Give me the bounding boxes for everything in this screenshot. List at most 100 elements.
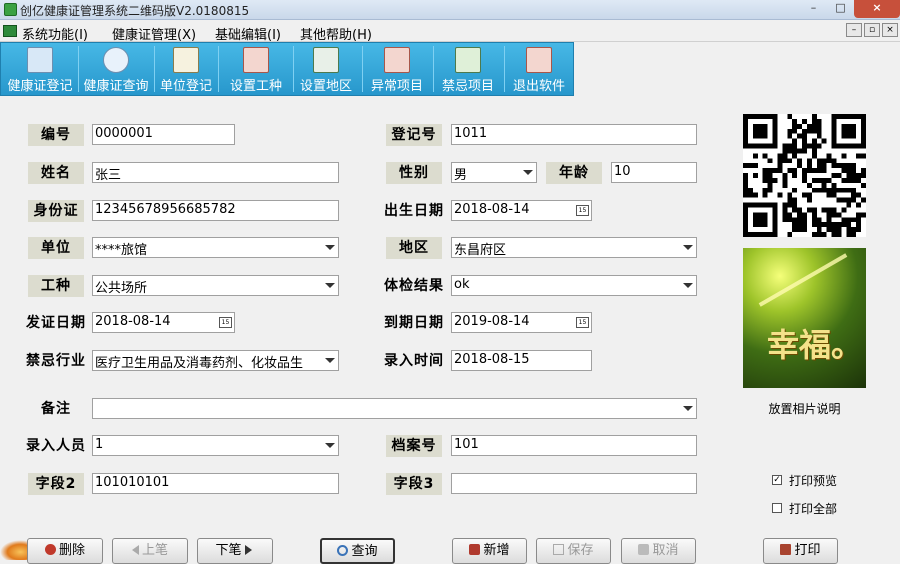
delete-button-label: 删除 (58, 543, 85, 558)
query-button[interactable]: 查询 (320, 538, 395, 564)
print-all-checkbox[interactable] (772, 503, 782, 513)
region-label: 地区 (386, 237, 442, 259)
chevron-down-icon (523, 170, 533, 175)
gender-select[interactable]: 男 (451, 162, 537, 183)
field3-label: 字段3 (386, 473, 442, 495)
window-controls: – □ × (800, 0, 900, 18)
previous-button[interactable]: 上笔 (112, 538, 188, 564)
magnifier-icon (337, 545, 349, 556)
remarks-select[interactable] (92, 398, 697, 419)
toolbar-exit-label: 退出软件 (512, 79, 565, 94)
chevron-down-icon (325, 443, 335, 448)
menu-system[interactable]: 系统功能(I) (22, 24, 88, 43)
toolbar-separator (504, 46, 505, 92)
cancel-button[interactable]: 取消 (621, 538, 696, 564)
issue-date-picker[interactable]: 2018-08-14 15 (92, 312, 235, 333)
query-button-label: 查询 (351, 544, 378, 559)
field3-input[interactable] (451, 473, 697, 494)
toolbar-region-button[interactable]: 设置地区 (294, 43, 358, 95)
field2-input[interactable]: 101010101 (92, 473, 339, 494)
mdi-restore-button[interactable]: ▫ (864, 23, 880, 37)
cancel-button-label: 取消 (652, 543, 679, 558)
taboo-industry-label: 禁忌行业 (26, 353, 86, 369)
map-icon (313, 47, 339, 73)
light-streak (758, 253, 848, 307)
toolbar: 健康证登记 健康证查询 单位登记 设置工种 设置地区 异常项目 禁忌项目 退出软… (0, 42, 574, 96)
menu-health-cert[interactable]: 健康证管理(X) (112, 24, 196, 43)
entry-time-label: 录入时间 (384, 353, 444, 369)
work-type-label: 工种 (28, 275, 84, 297)
calendar-icon[interactable]: 15 (219, 317, 232, 328)
add-button[interactable]: 新增 (452, 538, 527, 564)
register-icon (27, 47, 53, 73)
close-button[interactable]: × (854, 0, 900, 18)
unit-select[interactable]: ****旅馆 (92, 237, 339, 258)
work-type-select[interactable]: 公共场所 (92, 275, 339, 296)
mdi-controls: – ▫ × (846, 23, 898, 37)
taboo-industry-value: 医疗卫生用品及消毒药剂、化妆品生 (95, 356, 304, 371)
name-field[interactable]: 张三 (92, 162, 339, 183)
delete-icon (44, 544, 56, 555)
registration-number-field[interactable]: 1011 (451, 124, 697, 145)
unit-value: ****旅馆 (95, 243, 148, 258)
delete-button[interactable]: 删除 (27, 538, 103, 564)
exam-result-label: 体检结果 (384, 278, 444, 294)
gender-value: 男 (454, 168, 468, 183)
photo: 幸福。 (743, 248, 866, 388)
title-bar: 创亿健康证管理系统二维码版V2.0180815 – □ × (0, 0, 900, 20)
region-select[interactable]: 东昌府区 (451, 237, 697, 258)
print-all-label: 打印全部 (789, 502, 838, 516)
archive-number-field[interactable]: 101 (451, 435, 697, 456)
toolbar-unit-button[interactable]: 单位登记 (155, 43, 217, 95)
toolbar-worktype-button[interactable]: 设置工种 (221, 43, 291, 95)
name-label: 姓名 (28, 162, 84, 184)
print-button-label: 打印 (794, 543, 821, 558)
registration-number-label: 登记号 (386, 124, 442, 146)
taboo-industry-select[interactable]: 医疗卫生用品及消毒药剂、化妆品生 (92, 350, 339, 371)
entry-person-label: 录入人员 (26, 438, 86, 454)
age-field[interactable]: 10 (611, 162, 697, 183)
calendar-icon[interactable]: 15 (576, 205, 589, 216)
toolbar-worktype-label: 设置工种 (229, 79, 282, 94)
menu-basic-edit[interactable]: 基础编辑(I) (215, 24, 281, 43)
birth-date-picker[interactable]: 2018-08-14 15 (451, 200, 592, 221)
number-field[interactable]: 0000001 (92, 124, 235, 145)
toolbar-separator (433, 46, 434, 92)
toolbar-register-button[interactable]: 健康证登记 (3, 43, 77, 95)
save-button[interactable]: 保存 (536, 538, 611, 564)
exam-result-select[interactable]: ok (451, 275, 697, 296)
toolbar-abnormal-button[interactable]: 异常项目 (365, 43, 429, 95)
photo-caption: 放置相片说明 (768, 402, 841, 416)
minimize-button[interactable]: – (800, 0, 827, 18)
field2-label: 字段2 (28, 473, 84, 495)
next-button[interactable]: 下笔 (197, 538, 273, 564)
entry-time-field[interactable]: 2018-08-15 (451, 350, 592, 371)
close-icon (638, 544, 650, 555)
maximize-button[interactable]: □ (827, 0, 854, 18)
id-card-field[interactable]: 12345678956685782 (92, 200, 339, 221)
print-preview-checkbox[interactable]: ✓ (772, 475, 782, 485)
toolbar-exit-button[interactable]: 退出软件 (507, 43, 571, 95)
window-title: 创亿健康证管理系统二维码版V2.0180815 (20, 4, 250, 18)
toolbar-region-label: 设置地区 (299, 79, 352, 94)
menu-help[interactable]: 其他帮助(H) (300, 24, 372, 43)
calendar-icon[interactable]: 15 (576, 317, 589, 328)
print-button[interactable]: 打印 (763, 538, 838, 564)
archive-number-label: 档案号 (386, 435, 442, 457)
exit-icon (526, 47, 552, 73)
toolbar-taboo-button[interactable]: 禁忌项目 (436, 43, 500, 95)
next-button-label: 下笔 (215, 543, 242, 558)
save-button-label: 保存 (567, 543, 594, 558)
chevron-down-icon (325, 358, 335, 363)
toolbar-query-button[interactable]: 健康证查询 (79, 43, 153, 95)
issue-date-value: 2018-08-14 (95, 314, 171, 329)
plus-icon (469, 544, 481, 555)
warning-edit-icon (384, 47, 410, 73)
expiry-date-picker[interactable]: 2019-08-14 15 (451, 312, 592, 333)
chevron-down-icon (325, 283, 335, 288)
mdi-close-button[interactable]: × (882, 23, 898, 37)
photo-text: 幸福。 (767, 326, 864, 364)
entry-person-select[interactable]: 1 (92, 435, 339, 456)
mdi-minimize-button[interactable]: – (846, 23, 862, 37)
issue-date-label: 发证日期 (26, 315, 86, 331)
